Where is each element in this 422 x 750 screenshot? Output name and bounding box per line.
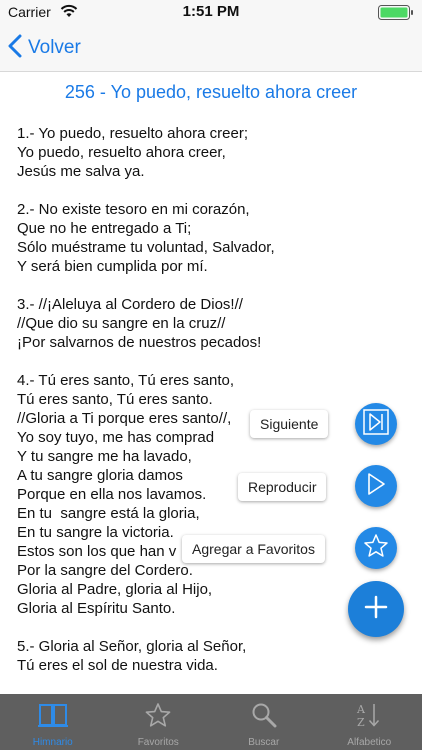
favorite-label[interactable]: Agregar a Favoritos — [182, 535, 325, 563]
plus-icon — [364, 595, 388, 624]
actions-menu-button[interactable] — [348, 581, 404, 637]
lyric-line: Yo puedo, resuelto ahora creer, — [17, 144, 226, 161]
tab-favoritos[interactable]: Favoritos — [106, 694, 212, 750]
verse-gap — [17, 276, 417, 295]
skip-next-icon — [363, 408, 389, 440]
tab-buscar[interactable]: Buscar — [211, 694, 317, 750]
lyric-line: Tú eres santo, Tú eres santo. — [17, 391, 213, 408]
lyric-line: Que no he entregado a Ti; — [17, 220, 192, 237]
lyric-line: En tu sangre está la gloria, — [17, 505, 200, 522]
lyric-line: Por la sangre del Cordero. — [17, 562, 193, 579]
play-button[interactable] — [355, 465, 397, 507]
star-outline-icon — [363, 533, 389, 564]
navigation-bar: Volver — [0, 24, 422, 72]
lyric-line: 4.- Tú eres santo, Tú eres santo, — [17, 372, 235, 389]
lyric-line: Tú eres el sol de nuestra vida. — [17, 657, 218, 674]
lyric-line: //Que dio su sangre en la cruz// — [17, 315, 226, 332]
lyric-line: ¡Por salvarnos de nuestros pecados! — [17, 334, 262, 351]
search-icon — [250, 702, 278, 733]
tab-label: Buscar — [248, 737, 280, 748]
svg-text:Z: Z — [357, 716, 365, 728]
tab-label: Himnario — [32, 737, 73, 748]
clock: 1:51 PM — [182, 3, 240, 20]
next-button[interactable] — [355, 403, 397, 445]
tab-alfabetico[interactable]: A Z Alfabetico — [317, 694, 422, 750]
play-label[interactable]: Reproducir — [238, 473, 327, 501]
sort-az-icon: A Z — [355, 702, 383, 733]
star-icon — [144, 702, 172, 733]
verse-gap — [17, 181, 417, 200]
status-bar: Carrier 1:51 PM — [0, 0, 422, 24]
book-icon — [37, 702, 69, 733]
battery-icon — [378, 5, 414, 20]
back-button[interactable]: Volver — [8, 34, 81, 62]
lyric-line: Sólo muéstrame tu voluntad, Salvador, — [17, 239, 275, 256]
tab-himnario[interactable]: Himnario — [0, 694, 106, 750]
next-label[interactable]: Siguiente — [250, 410, 329, 438]
song-title: 256 - Yo puedo, resuelto ahora creer — [64, 82, 358, 102]
tab-label: Alfabetico — [347, 737, 392, 748]
svg-text:A: A — [356, 703, 366, 716]
tab-label: Favoritos — [137, 737, 179, 748]
lyric-line: 5.- Gloria al Señor, gloria al Señor, — [17, 638, 247, 655]
lyric-line: Jesús me salva ya. — [17, 163, 145, 180]
lyric-line: 2.- No existe tesoro en mi corazón, — [17, 201, 250, 218]
lyric-line: 1.- Yo puedo, resuelto ahora creer; — [17, 125, 248, 142]
tab-bar: Himnario Favoritos Buscar A Z Alfabetico — [0, 694, 422, 750]
lyric-line: 3.- //¡Aleluya al Cordero de Dios!// — [17, 296, 243, 313]
lyric-line: Y será bien cumplida por mí. — [17, 258, 208, 275]
play-icon — [365, 472, 387, 501]
chevron-left-icon — [8, 34, 22, 63]
back-label: Volver — [28, 37, 81, 58]
favorite-button[interactable] — [355, 527, 397, 569]
lyric-line: Y tu sangre me ha lavado, — [17, 448, 192, 465]
verse-gap — [17, 352, 417, 371]
